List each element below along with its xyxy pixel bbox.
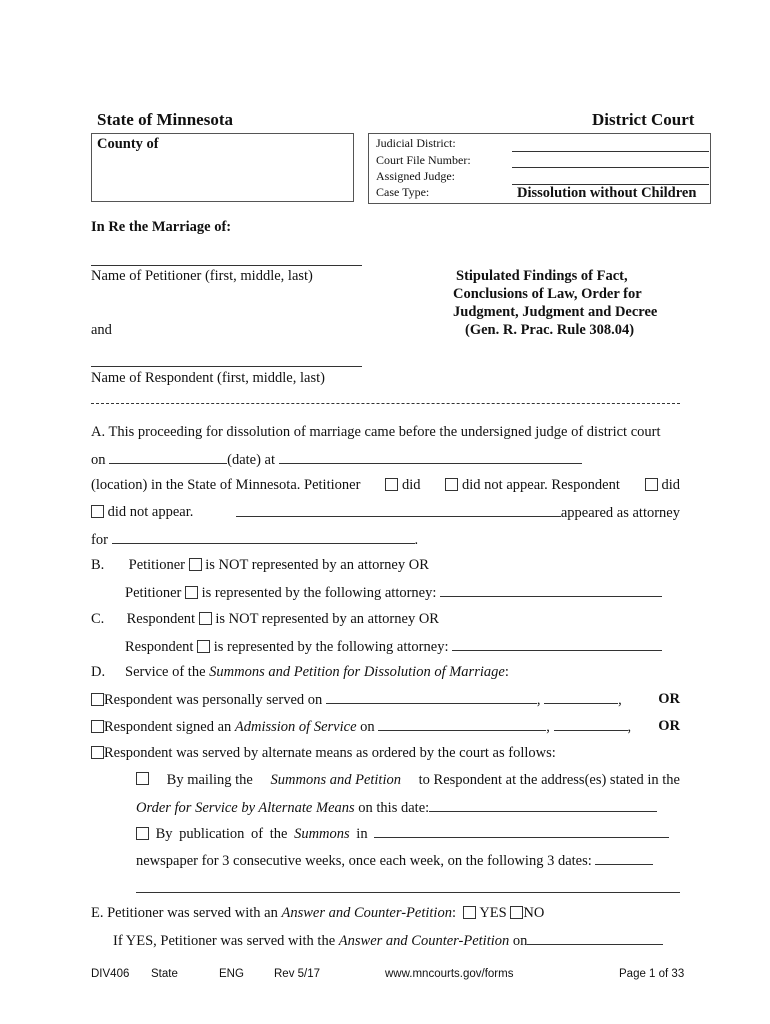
personal-service-row: Respondent was personally served on , , … <box>91 691 680 709</box>
section-a-line-5: for . <box>91 531 419 548</box>
respondent-name-label: Name of Respondent (first, middle, last) <box>91 370 325 386</box>
counter-petition-no-checkbox[interactable] <box>510 906 524 919</box>
section-d-heading: D. Service of the Summons and Petition fo… <box>91 664 509 680</box>
admission-service-checkbox[interactable] <box>91 720 104 733</box>
personal-service-date-field[interactable] <box>325 691 537 704</box>
admission-year-field[interactable] <box>553 718 628 731</box>
section-e-line-2: If YES, Petitioner was served with the A… <box>113 932 664 950</box>
respondent-attorney-field[interactable] <box>452 638 663 651</box>
newspaper-name-field[interactable] <box>374 825 670 838</box>
document-title-line-3: Judgment, Judgment and Decree <box>453 304 658 320</box>
section-divider <box>91 403 680 404</box>
document-title-line-2: Conclusions of Law, Order for <box>453 286 642 302</box>
section-a-line-1: A. This proceeding for dissolution of ma… <box>91 424 661 440</box>
publication-row: By publication of the Summons in <box>136 825 670 843</box>
counter-petition-date-field[interactable] <box>527 932 664 945</box>
respondent-represented-checkbox[interactable] <box>197 640 211 653</box>
in-re-heading: In Re the Marriage of: <box>91 219 232 235</box>
personal-service-checkbox[interactable] <box>91 693 104 706</box>
footer-revision: Rev 5/17 <box>274 968 321 980</box>
case-type-value: Dissolution without Children <box>517 185 697 201</box>
court-heading: District Court <box>592 110 695 129</box>
respondent-did-appear-checkbox[interactable] <box>644 478 658 491</box>
case-info-box: Judicial District: Court File Number: As… <box>368 133 711 204</box>
section-c-line-2: Respondent is represented by the followi… <box>125 638 663 656</box>
alternate-service-row: Respondent was served by alternate means… <box>91 745 556 762</box>
petitioner-did-not-appear-checkbox[interactable] <box>445 478 459 491</box>
section-a-line-2: on (date) at <box>91 451 582 469</box>
case-type-label: Case Type: <box>376 185 430 199</box>
assigned-judge-label: Assigned Judge: <box>376 169 455 183</box>
respondent-name-field[interactable] <box>91 366 362 367</box>
publication-checkbox[interactable] <box>136 827 149 840</box>
attorney-for-field[interactable] <box>111 531 415 544</box>
hearing-date-field[interactable] <box>109 451 228 464</box>
petitioner-did-appear-checkbox[interactable] <box>385 478 399 491</box>
footer-jurisdiction: State <box>151 968 178 980</box>
admission-date-field[interactable] <box>378 718 547 731</box>
petitioner-name-field[interactable] <box>91 265 362 266</box>
court-file-number-field[interactable] <box>512 167 709 168</box>
section-c-line-1: C. Respondent is NOT represented by an a… <box>91 611 439 627</box>
newspaper-row: newspaper for 3 consecutive weeks, once … <box>136 852 654 870</box>
judicial-district-field[interactable] <box>512 151 709 152</box>
personal-service-year-field[interactable] <box>544 691 619 704</box>
section-b-line-1: B. Petitioner is NOT represented by an a… <box>91 557 429 573</box>
court-file-number-label: Court File Number: <box>376 153 471 167</box>
section-b-line-2: Petitioner is represented by the followi… <box>125 584 663 602</box>
and-label: and <box>91 322 112 338</box>
alternate-service-checkbox[interactable] <box>91 746 104 759</box>
section-a-line-3: (location) in the State of Minnesota. Pe… <box>91 477 680 493</box>
mailing-row: By mailing the Summons and Petition to R… <box>136 772 680 789</box>
state-heading: State of Minnesota <box>97 110 233 129</box>
petitioner-represented-checkbox[interactable] <box>185 586 199 599</box>
footer-form-id: DIV406 <box>91 968 130 980</box>
petitioner-name-label: Name of Petitioner (first, middle, last) <box>91 268 313 284</box>
footer-url[interactable]: www.mncourts.gov/forms <box>385 968 513 980</box>
publication-dates-continued-field[interactable] <box>136 892 680 893</box>
document-title-line-1: Stipulated Findings of Fact, <box>456 268 628 284</box>
petitioner-not-represented-checkbox[interactable] <box>188 558 202 571</box>
judicial-district-label: Judicial District: <box>376 136 456 150</box>
county-box[interactable]: County of <box>91 133 354 202</box>
section-e-line-1: E. Petitioner was served with an Answer … <box>91 905 545 921</box>
admission-service-row: Respondent signed an Admission of Servic… <box>91 718 680 736</box>
mailing-checkbox[interactable] <box>136 772 149 785</box>
section-a-line-4: did not appear. appeared as attorney <box>91 504 680 522</box>
footer-language: ENG <box>219 968 244 980</box>
mailing-date-field[interactable] <box>429 799 658 812</box>
footer-page-number: Page 1 of 33 <box>619 968 685 980</box>
petitioner-attorney-field[interactable] <box>440 584 663 597</box>
county-label: County of <box>97 136 159 152</box>
document-title-line-4: (Gen. R. Prac. Rule 308.04) <box>465 322 635 338</box>
respondent-did-not-appear-checkbox[interactable] <box>91 505 104 518</box>
appearing-attorney-field[interactable] <box>235 504 561 517</box>
counter-petition-yes-checkbox[interactable] <box>463 906 477 919</box>
hearing-location-field[interactable] <box>278 451 582 464</box>
respondent-not-represented-checkbox[interactable] <box>198 612 212 625</box>
order-alternate-means-row: Order for Service by Alternate Means on … <box>136 799 658 817</box>
publication-dates-field[interactable] <box>595 852 654 865</box>
